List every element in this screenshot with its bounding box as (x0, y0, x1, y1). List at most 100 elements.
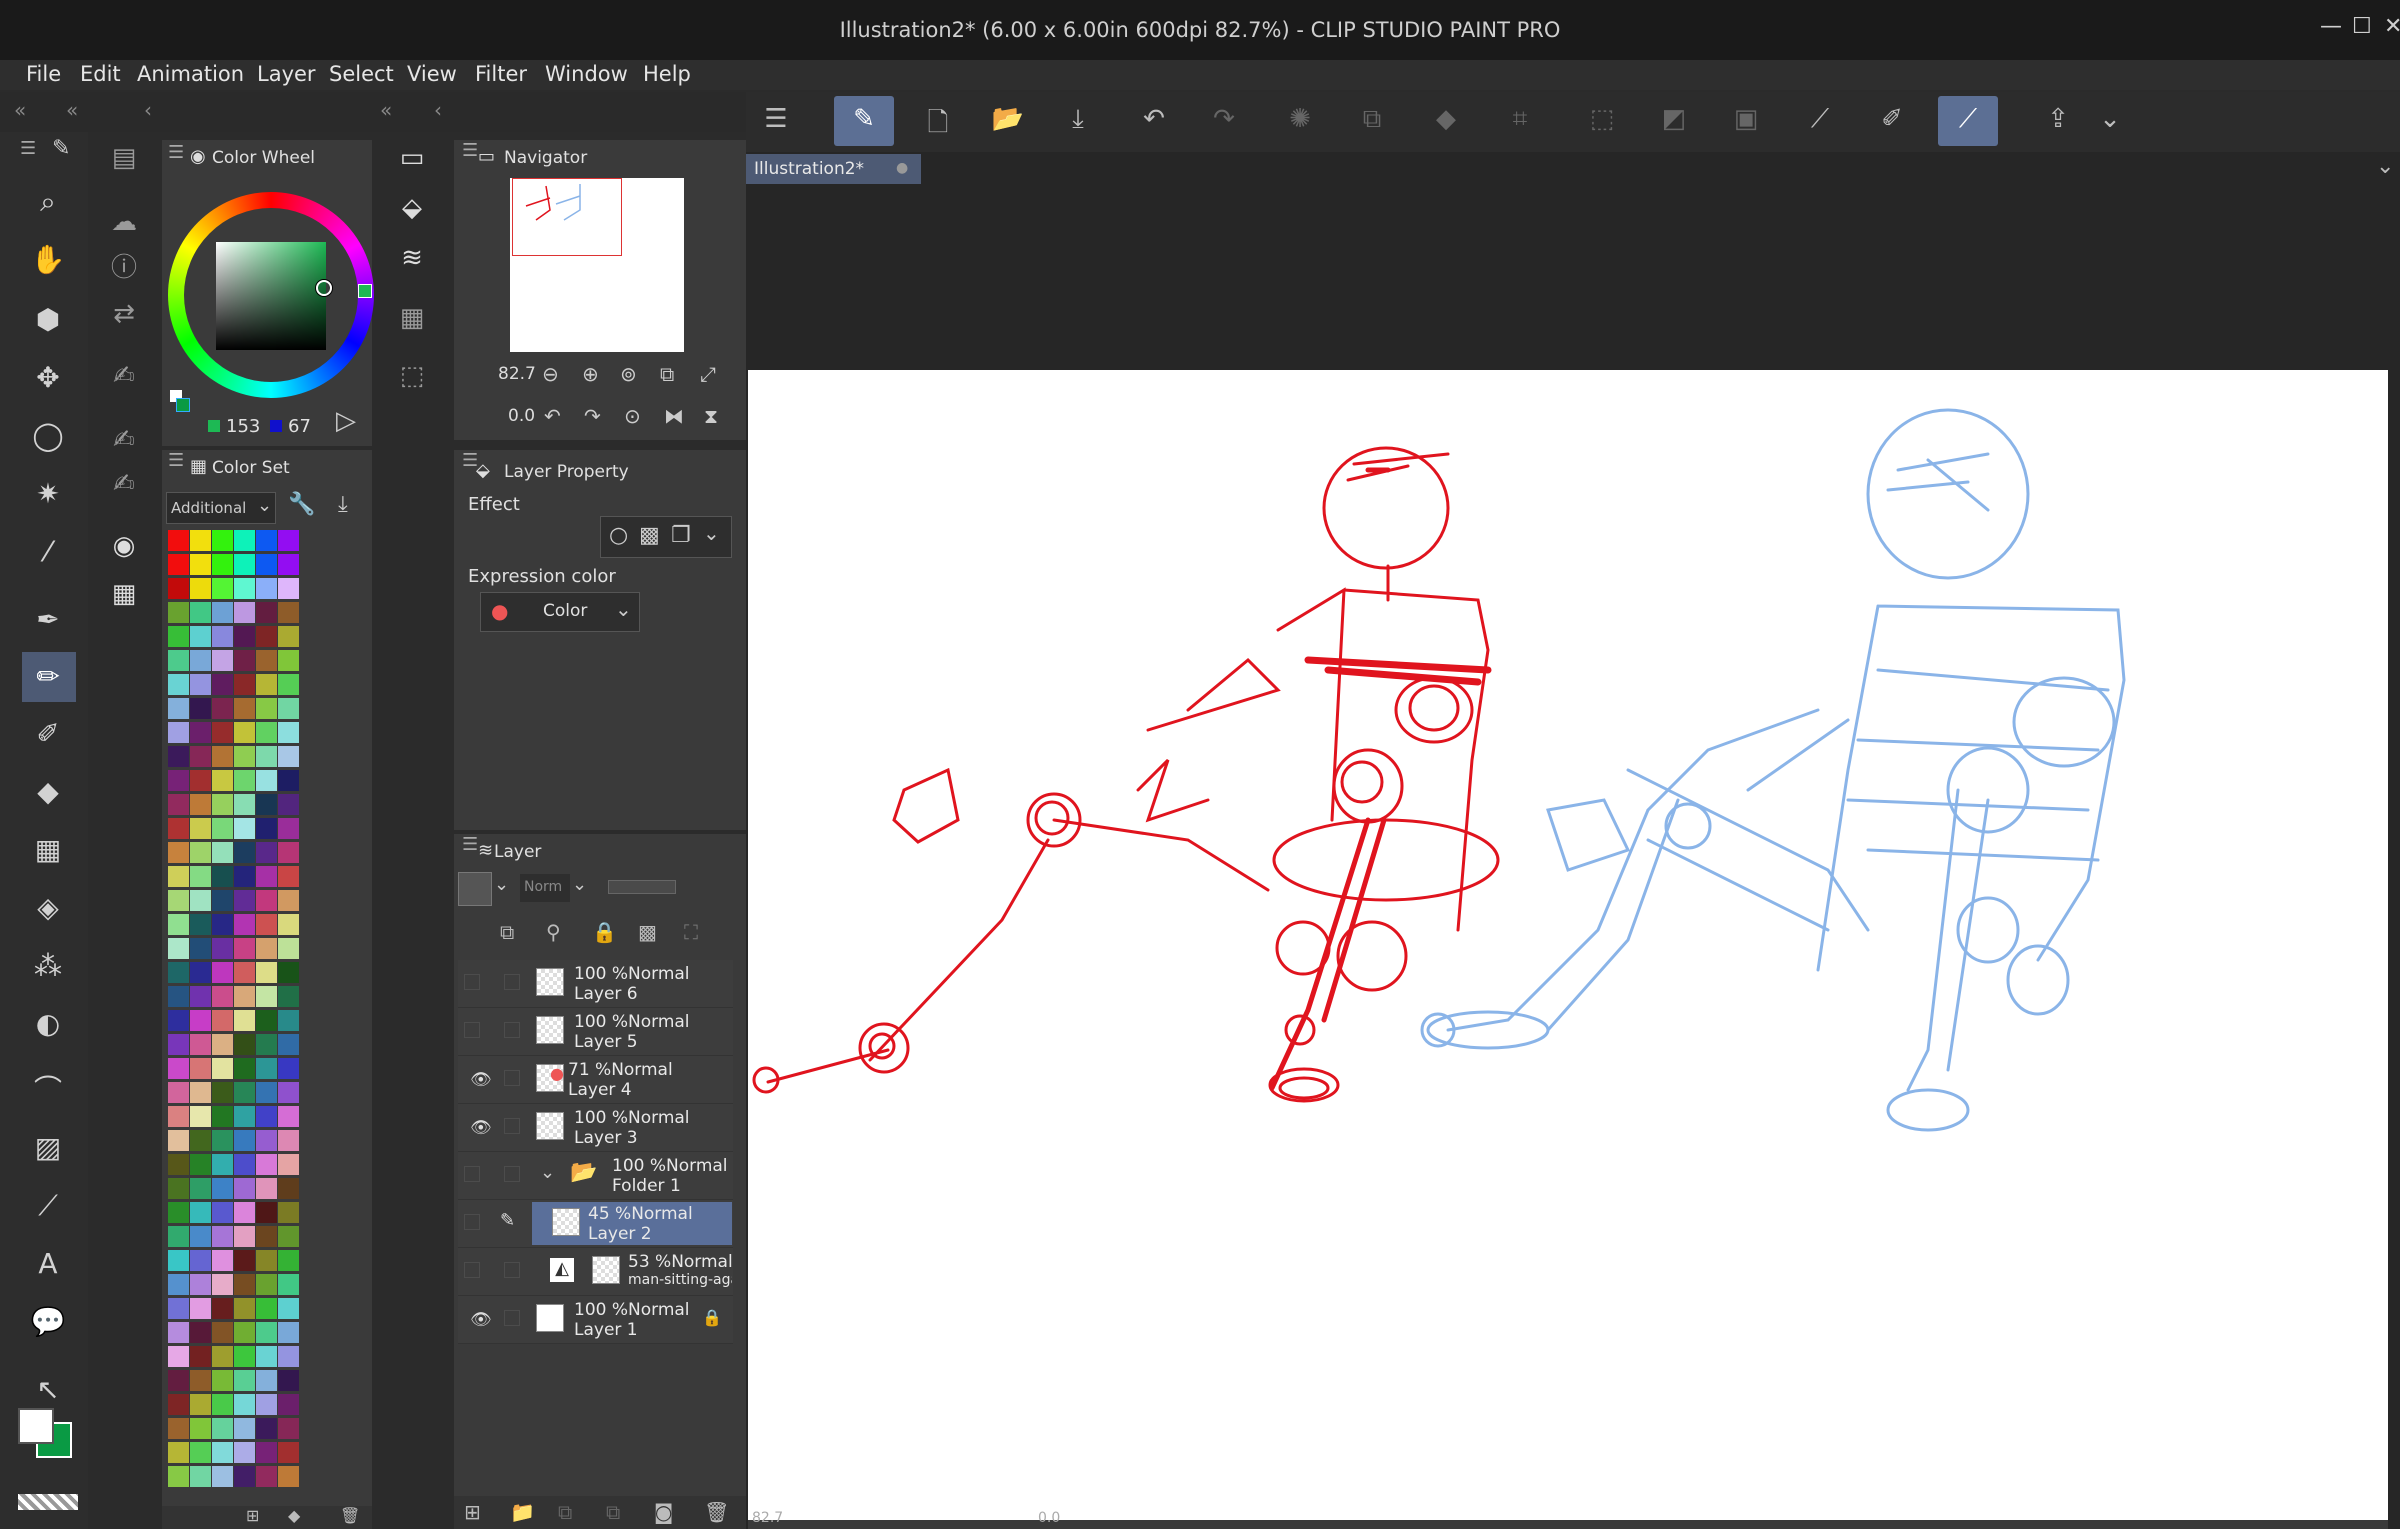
chevron-down-icon[interactable]: ⌄ (540, 1162, 555, 1183)
panel-menu-icon[interactable]: ☰ (168, 142, 184, 163)
color-swatch[interactable] (278, 1202, 299, 1223)
info-icon[interactable]: ⓘ (102, 246, 146, 290)
color-swatch[interactable] (278, 1226, 299, 1247)
wrench-icon[interactable]: 🔧 (288, 492, 315, 517)
deselect-icon[interactable]: ⬚ (1580, 104, 1624, 134)
color-swatch[interactable] (168, 914, 189, 935)
color-swatch[interactable] (234, 602, 255, 623)
color-swatch[interactable] (234, 1130, 255, 1151)
delete-layer-icon[interactable]: 🗑 (704, 1500, 729, 1524)
drawing-canvas[interactable] (748, 370, 2388, 1520)
color-swatch[interactable] (256, 650, 277, 671)
color-swatch[interactable] (212, 626, 233, 647)
opacity-slider[interactable] (608, 880, 676, 894)
mask-icon[interactable]: ⛶ (684, 920, 698, 944)
crop-icon[interactable]: ⌗ (1498, 104, 1542, 135)
selection-border-icon[interactable]: ▣ (1724, 104, 1768, 134)
color-swatch[interactable] (212, 1130, 233, 1151)
color-swatch[interactable] (168, 530, 189, 551)
chevron-down-icon[interactable]: ⌄ (703, 521, 720, 545)
panel-menu-icon[interactable]: ☰ (462, 140, 478, 161)
color-swatch[interactable] (190, 554, 211, 575)
collapse-icon[interactable]: « (380, 98, 392, 122)
color-swatch[interactable] (234, 674, 255, 695)
curve-tool-icon[interactable]: ⌒ (28, 1070, 68, 1110)
layer-row[interactable]: 👁 100 %Normal Layer 1 🔒 (458, 1296, 733, 1344)
color-swatch[interactable] (168, 1058, 189, 1079)
color-swatch[interactable] (234, 554, 255, 575)
visibility-toggle[interactable] (464, 1166, 480, 1182)
brush-size-icon[interactable]: ✍ (102, 462, 146, 506)
color-swatch[interactable] (278, 962, 299, 983)
eraser-tool-icon[interactable]: ◈ (28, 888, 68, 928)
color-swatch[interactable] (168, 1418, 189, 1439)
hand-tool-icon[interactable]: ✋ (28, 240, 68, 280)
color-swatch[interactable] (168, 1442, 189, 1463)
color-swatch[interactable] (234, 1178, 255, 1199)
color-swatch[interactable] (190, 986, 211, 1007)
color-swatch[interactable] (190, 1034, 211, 1055)
animation-icon[interactable]: ▦ (390, 296, 434, 340)
color-swatch[interactable] (234, 794, 255, 815)
color-swatch[interactable] (190, 602, 211, 623)
color-swatch[interactable] (256, 1370, 277, 1391)
color-swatch[interactable] (190, 1346, 211, 1367)
color-swatch[interactable] (190, 1106, 211, 1127)
color-swatch[interactable] (212, 1010, 233, 1031)
color-swatch[interactable] (256, 746, 277, 767)
merge-layer-icon[interactable]: ⧉ (606, 1500, 620, 1524)
color-swatch[interactable] (256, 698, 277, 719)
new-file-icon[interactable]: 🗋 (916, 104, 960, 148)
color-swatch[interactable] (234, 818, 255, 839)
color-swatch[interactable] (256, 794, 277, 815)
add-color-icon[interactable]: ⊞ (246, 1506, 259, 1525)
color-swatch[interactable] (168, 770, 189, 791)
color-swatch[interactable] (168, 1154, 189, 1175)
color-swatch[interactable] (168, 1082, 189, 1103)
color-swatch[interactable] (212, 1298, 233, 1319)
color-swatch[interactable] (168, 650, 189, 671)
layer-row[interactable]: 100 %Normal Layer 6 (458, 960, 733, 1008)
color-swatch[interactable] (278, 1346, 299, 1367)
color-swatch[interactable] (190, 722, 211, 743)
redo-icon[interactable]: ↷ (1202, 104, 1246, 134)
color-swatch[interactable] (168, 818, 189, 839)
color-swatch[interactable] (168, 1106, 189, 1127)
color-swatch[interactable] (212, 1226, 233, 1247)
color-swatch[interactable] (212, 914, 233, 935)
color-swatch[interactable] (278, 530, 299, 551)
color-swatch[interactable] (278, 842, 299, 863)
color-swatch[interactable] (190, 890, 211, 911)
color-swatch[interactable] (168, 602, 189, 623)
color-swatch[interactable] (190, 674, 211, 695)
color-swatch[interactable] (278, 1418, 299, 1439)
lock-icon[interactable]: 🔒 (702, 1308, 722, 1327)
color-swatch[interactable] (212, 842, 233, 863)
blend-tool-icon[interactable]: ◐ (28, 1004, 68, 1044)
color-swatch[interactable] (190, 794, 211, 815)
color-swatch[interactable] (168, 1226, 189, 1247)
color-swatch[interactable] (168, 626, 189, 647)
layer-color-icon[interactable]: ❐ (671, 523, 691, 548)
navigator-preview[interactable] (510, 178, 684, 352)
folder-row[interactable]: ⌄ 📂 100 %Normal Folder 1 (458, 1152, 733, 1200)
color-swatch[interactable] (212, 674, 233, 695)
layer-row[interactable]: 100 %Normal Layer 5 (458, 1008, 733, 1056)
color-swatch[interactable] (190, 1058, 211, 1079)
panel-menu-icon[interactable]: ☰ (168, 450, 184, 471)
expand-icon[interactable]: ⤢ (700, 362, 716, 386)
color-swatch[interactable] (234, 578, 255, 599)
color-swatch[interactable] (234, 866, 255, 887)
edit-toggle[interactable] (504, 1070, 520, 1086)
color-swatch[interactable] (168, 842, 189, 863)
menu-view[interactable]: View (407, 62, 457, 86)
clear-icon[interactable]: ⧉ (1350, 104, 1394, 135)
export-icon[interactable]: ⇪ (2036, 104, 2080, 134)
color-swatch[interactable] (278, 698, 299, 719)
correct-line-icon[interactable]: ↖ (28, 1370, 68, 1410)
edit-toggle[interactable] (504, 1022, 520, 1038)
color-swatch[interactable] (168, 866, 189, 887)
gradient-tool-icon[interactable]: ▨ (28, 1128, 68, 1168)
color-swatch[interactable] (256, 722, 277, 743)
saturation-value-square[interactable] (216, 242, 326, 350)
